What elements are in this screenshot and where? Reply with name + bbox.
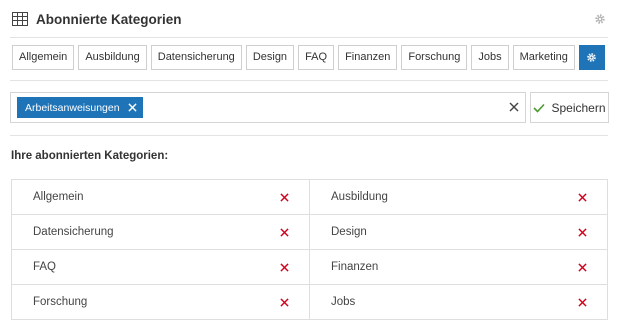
tab-ausbildung[interactable]: Ausbildung bbox=[78, 45, 147, 70]
subscribed-categories-list: Allgemein Ausbildung Datensicherung Desi… bbox=[11, 179, 608, 320]
panel-header: Abonnierte Kategorien bbox=[10, 6, 610, 32]
table-grid-icon bbox=[12, 12, 28, 26]
tab-jobs[interactable]: Jobs bbox=[471, 45, 509, 70]
tab-datensicherung[interactable]: Datensicherung bbox=[150, 45, 242, 70]
tab-finanzen[interactable]: Finanzen bbox=[338, 45, 398, 70]
gear-icon[interactable] bbox=[594, 13, 606, 25]
list-item: Allgemein bbox=[12, 180, 310, 215]
tab-forschung[interactable]: Forschung bbox=[401, 45, 468, 70]
chip-remove-icon[interactable] bbox=[127, 103, 137, 112]
remove-icon[interactable] bbox=[578, 263, 587, 272]
remove-icon[interactable] bbox=[578, 228, 587, 237]
category-label: Finanzen bbox=[331, 261, 379, 273]
tab-allgemein[interactable]: Allgemein bbox=[12, 45, 75, 70]
category-label: Jobs bbox=[331, 296, 356, 308]
tab-marketing[interactable]: Marketing bbox=[512, 45, 575, 70]
remove-icon[interactable] bbox=[578, 298, 587, 307]
category-label: Ausbildung bbox=[331, 191, 388, 203]
remove-icon[interactable] bbox=[280, 298, 289, 307]
chip-label: Arbeitsanweisungen bbox=[25, 101, 120, 114]
form-divider bbox=[10, 135, 608, 136]
list-item: FAQ bbox=[12, 250, 310, 285]
tab-settings[interactable] bbox=[578, 45, 605, 70]
list-item: Design bbox=[310, 215, 608, 250]
list-item: Finanzen bbox=[310, 250, 608, 285]
tab-faq[interactable]: FAQ bbox=[298, 45, 335, 70]
subscribed-heading: Ihre abonnierten Kategorien: bbox=[11, 150, 169, 162]
list-item: Forschung bbox=[12, 285, 310, 320]
list-item: Datensicherung bbox=[12, 215, 310, 250]
save-button[interactable]: Speichern bbox=[530, 92, 609, 123]
remove-icon[interactable] bbox=[280, 263, 289, 272]
category-select-input[interactable]: Arbeitsanweisungen bbox=[10, 92, 526, 123]
header-divider bbox=[10, 37, 608, 38]
tabs-divider bbox=[10, 80, 608, 81]
tab-design[interactable]: Design bbox=[245, 45, 295, 70]
selected-category-chip[interactable]: Arbeitsanweisungen bbox=[17, 97, 143, 118]
remove-icon[interactable] bbox=[280, 193, 289, 202]
category-label: Forschung bbox=[33, 296, 88, 308]
close-icon[interactable] bbox=[509, 102, 519, 112]
save-button-label: Speichern bbox=[551, 100, 606, 115]
remove-icon[interactable] bbox=[578, 193, 587, 202]
gear-icon bbox=[587, 53, 597, 62]
category-label: Datensicherung bbox=[33, 226, 114, 238]
remove-icon[interactable] bbox=[280, 228, 289, 237]
category-label: Allgemein bbox=[33, 191, 84, 203]
category-label: Design bbox=[331, 226, 367, 238]
list-item: Jobs bbox=[310, 285, 608, 320]
list-item: Ausbildung bbox=[310, 180, 608, 215]
category-label: FAQ bbox=[33, 261, 57, 273]
panel-title: Abonnierte Kategorien bbox=[36, 11, 182, 27]
checkmark-icon bbox=[533, 103, 546, 113]
category-tabs: Allgemein Ausbildung Datensicherung Desi… bbox=[12, 45, 605, 70]
